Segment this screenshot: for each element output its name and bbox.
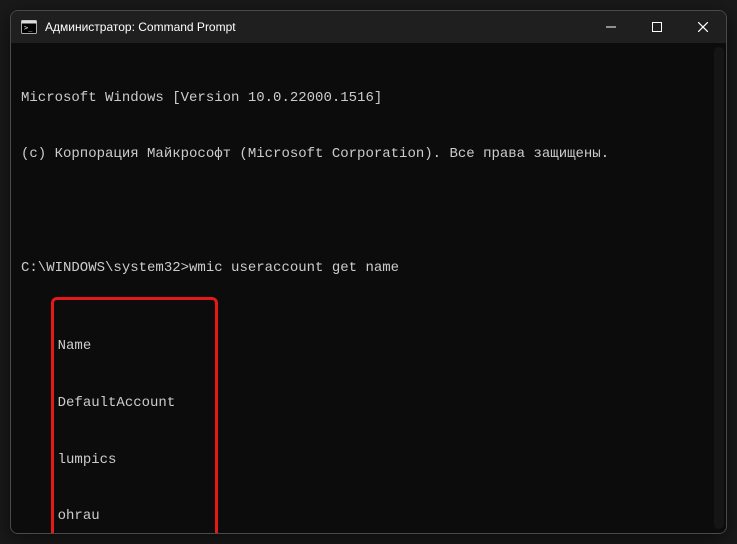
svg-text:>_: >_ <box>24 24 33 32</box>
blank-line <box>21 202 716 221</box>
output-highlight-box: Name DefaultAccount lumpics ohrau WDAGUt… <box>51 297 218 533</box>
output-line: DefaultAccount <box>58 394 209 413</box>
version-line: Microsoft Windows [Version 10.0.22000.15… <box>21 89 716 108</box>
command-prompt-window: >_ Администратор: Command Prompt Microso… <box>10 10 727 534</box>
copyright-line: (c) Корпорация Майкрософт (Microsoft Cor… <box>21 145 716 164</box>
close-button[interactable] <box>680 11 726 43</box>
window-title: Администратор: Command Prompt <box>45 20 236 34</box>
output-line: lumpics <box>58 451 209 470</box>
vertical-scrollbar[interactable] <box>714 47 724 529</box>
prompt-path: C:\WINDOWS\system32> <box>21 259 189 278</box>
prompt-line-1: C:\WINDOWS\system32>wmic useraccount get… <box>21 259 716 278</box>
output-line: ohrau <box>58 507 209 526</box>
titlebar[interactable]: >_ Администратор: Command Prompt <box>11 11 726 43</box>
entered-command: wmic useraccount get name <box>189 259 399 278</box>
window-controls <box>588 11 726 43</box>
output-line: Name <box>58 337 209 356</box>
minimize-button[interactable] <box>588 11 634 43</box>
cmd-icon: >_ <box>21 19 37 35</box>
maximize-button[interactable] <box>634 11 680 43</box>
titlebar-left: >_ Администратор: Command Prompt <box>21 19 236 35</box>
terminal-area[interactable]: Microsoft Windows [Version 10.0.22000.15… <box>11 43 726 533</box>
